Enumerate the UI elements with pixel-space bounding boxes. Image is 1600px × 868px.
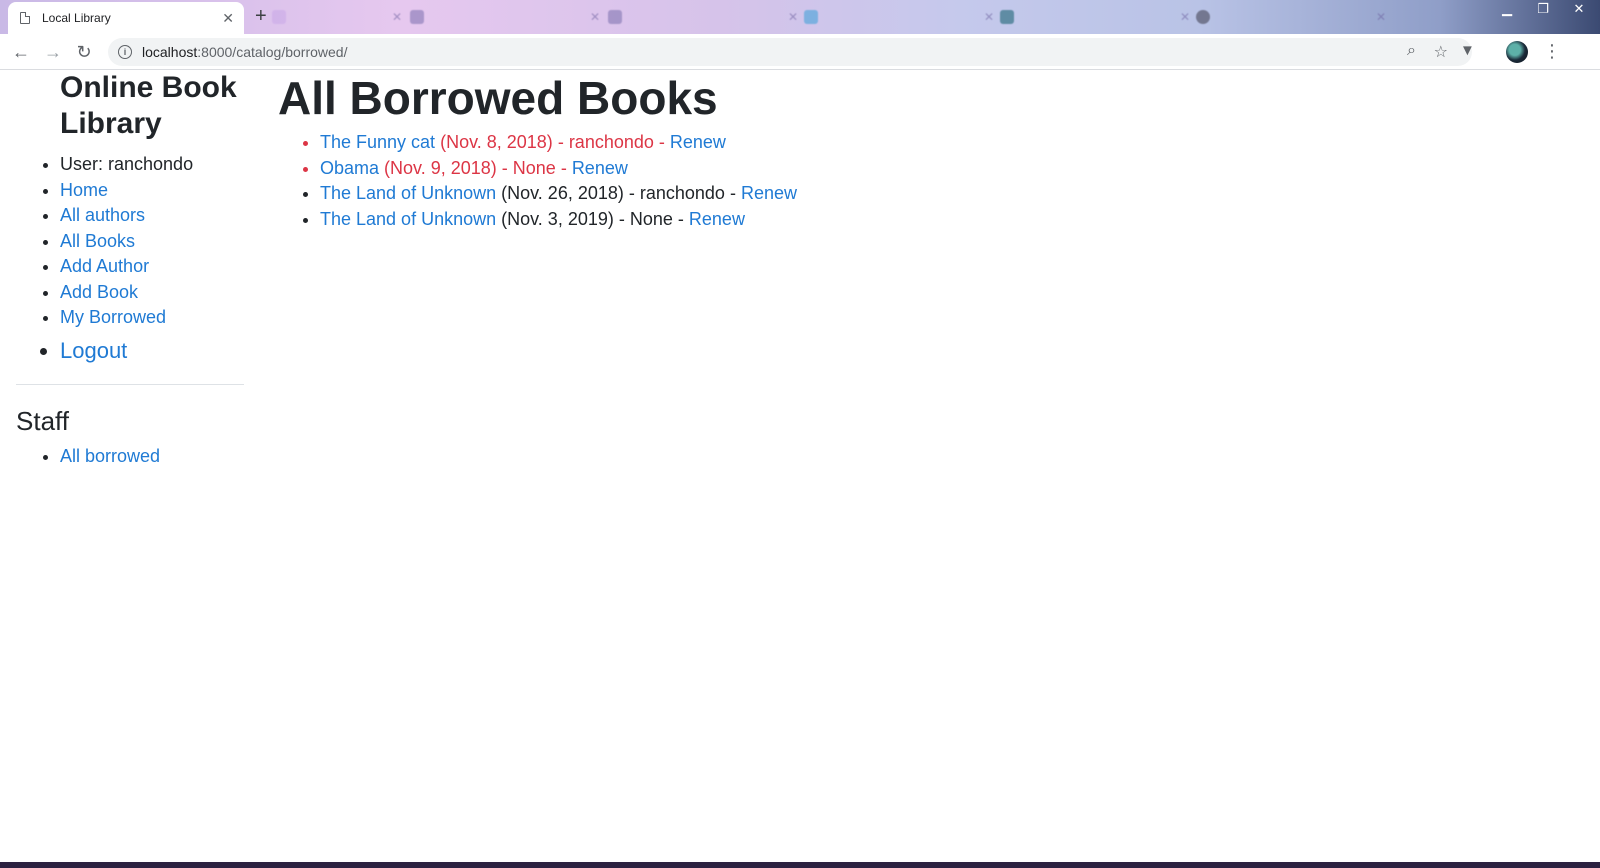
due-date: (Nov. 3, 2019) (501, 208, 614, 229)
minimize-icon[interactable]: ▁ (1500, 1, 1514, 17)
sidebar-link-my-borrowed[interactable]: My Borrowed (60, 307, 166, 327)
close-icon[interactable]: ✕ (984, 10, 994, 24)
book-link[interactable]: The Funny cat (320, 132, 435, 152)
borrower-name: ranchondo (568, 132, 654, 152)
separator: - (672, 208, 689, 229)
favicon-icon (272, 10, 286, 24)
list-item: The Land of Unknown (Nov. 3, 2019) - Non… (320, 207, 1558, 233)
favicon-icon (1000, 10, 1014, 24)
background-tab[interactable]: ✕ (1196, 6, 1386, 28)
borrower-name: None (512, 157, 556, 178)
reload-icon[interactable]: ↻ (73, 41, 95, 63)
browser-tabstrip: Local Library ✕ + ✕ ✕ ✕ ✕ ✕ ✕ ▁ ❐ ✕ (0, 0, 1600, 34)
renew-link[interactable]: Renew (741, 183, 797, 203)
background-tab[interactable]: ✕ (1000, 6, 1190, 28)
favicon-icon (608, 10, 622, 24)
site-title: Online Book Library (60, 71, 237, 140)
favicon-icon (804, 10, 818, 24)
separator: - (623, 183, 640, 203)
back-arrow-icon[interactable]: ← (10, 41, 32, 63)
info-icon[interactable]: i (118, 45, 132, 59)
list-item: Obama (Nov. 9, 2018) - None - Renew (320, 156, 1558, 182)
sidebar-link-add-author[interactable]: Add Author (60, 256, 149, 276)
background-tab[interactable]: ✕ (410, 6, 600, 28)
background-tab[interactable]: ✕ (804, 6, 994, 28)
page-icon (20, 12, 30, 24)
sidebar: Online Book Library User: ranchondo Home… (16, 70, 250, 469)
sidebar-item-add-book: Add Book (60, 280, 250, 306)
borrower-name: ranchondo (639, 183, 725, 203)
separator: - (724, 183, 741, 203)
book-link[interactable]: Obama (320, 158, 379, 178)
sidebar-item-my-borrowed: My Borrowed (60, 305, 250, 331)
book-link[interactable]: The Land of Unknown (320, 209, 496, 229)
github-icon (1196, 10, 1210, 24)
close-icon[interactable]: ✕ (222, 10, 234, 27)
separator: - (653, 132, 670, 152)
zoom-icon[interactable]: ⌕ (1407, 42, 1416, 60)
tab-title: Local Library (42, 11, 111, 25)
favicon-icon (410, 10, 424, 24)
background-tab[interactable]: ✕ (608, 6, 798, 28)
sidebar-link-home[interactable]: Home (60, 180, 108, 200)
sidebar-link-all-authors[interactable]: All authors (60, 205, 145, 225)
user-label: User: ranchondo (60, 152, 250, 178)
forward-arrow-icon[interactable]: → (42, 41, 64, 63)
separator: - (552, 132, 569, 152)
star-icon[interactable]: ☆ (1434, 42, 1448, 62)
new-tab-button[interactable]: + (255, 5, 267, 27)
close-icon[interactable]: ✕ (1376, 10, 1386, 24)
page-title: All Borrowed Books (278, 72, 718, 124)
due-date: (Nov. 8, 2018) (440, 132, 553, 152)
divider (16, 383, 244, 385)
active-tab[interactable]: Local Library ✕ (8, 2, 244, 34)
borrowed-books-list: The Funny cat (Nov. 8, 2018) - ranchondo… (278, 130, 1558, 232)
separator: - (613, 208, 630, 229)
sidebar-item-logout: Logout (60, 334, 250, 368)
more-menu-icon[interactable]: ⋮ (1543, 40, 1561, 62)
staff-link-all-borrowed[interactable]: All borrowed (60, 446, 160, 466)
window-controls: ▁ ❐ ✕ (1500, 0, 1586, 18)
list-item: The Funny cat (Nov. 8, 2018) - ranchondo… (320, 130, 1558, 156)
sidebar-nav: User: ranchondo Home All authors All Boo… (16, 152, 250, 368)
os-taskbar (0, 862, 1600, 868)
avatar[interactable] (1506, 41, 1528, 63)
address-bar[interactable]: i localhost:8000/catalog/borrowed/ ⌕ ☆ (108, 38, 1472, 66)
due-date: (Nov. 26, 2018) (501, 183, 624, 203)
renew-link[interactable]: Renew (670, 132, 726, 152)
close-window-icon[interactable]: ✕ (1572, 1, 1586, 17)
sidebar-item-all-authors: All authors (60, 203, 250, 229)
sidebar-item-home: Home (60, 178, 250, 204)
separator: - (496, 157, 513, 178)
sidebar-item-all-books: All Books (60, 229, 250, 255)
extension-icon[interactable]: ▼ (1460, 42, 1475, 59)
url-text[interactable]: localhost:8000/catalog/borrowed/ (142, 44, 347, 60)
close-icon[interactable]: ✕ (392, 10, 402, 24)
close-icon[interactable]: ✕ (1180, 10, 1190, 24)
staff-heading: Staff (16, 405, 70, 436)
logout-link[interactable]: Logout (60, 338, 127, 363)
list-item: The Land of Unknown (Nov. 26, 2018) - ra… (320, 181, 1558, 207)
separator: - (555, 157, 572, 178)
staff-nav: All borrowed (16, 443, 250, 469)
sidebar-item-add-author: Add Author (60, 254, 250, 280)
book-link[interactable]: The Land of Unknown (320, 183, 496, 203)
background-tab[interactable]: ✕ (272, 6, 402, 28)
sidebar-link-add-book[interactable]: Add Book (60, 282, 138, 302)
renew-link[interactable]: Renew (689, 209, 745, 229)
staff-item-all-borrowed: All borrowed (60, 443, 250, 469)
close-icon[interactable]: ✕ (590, 10, 600, 24)
renew-link[interactable]: Renew (572, 158, 628, 178)
main-content: All Borrowed Books The Funny cat (Nov. 8… (278, 70, 1558, 232)
borrower-name: None (629, 208, 673, 229)
restore-icon[interactable]: ❐ (1536, 1, 1550, 17)
browser-toolbar: ← → ↻ i localhost:8000/catalog/borrowed/… (0, 34, 1600, 70)
due-date: (Nov. 9, 2018) (384, 157, 497, 178)
close-icon[interactable]: ✕ (788, 10, 798, 24)
sidebar-link-all-books[interactable]: All Books (60, 231, 135, 251)
